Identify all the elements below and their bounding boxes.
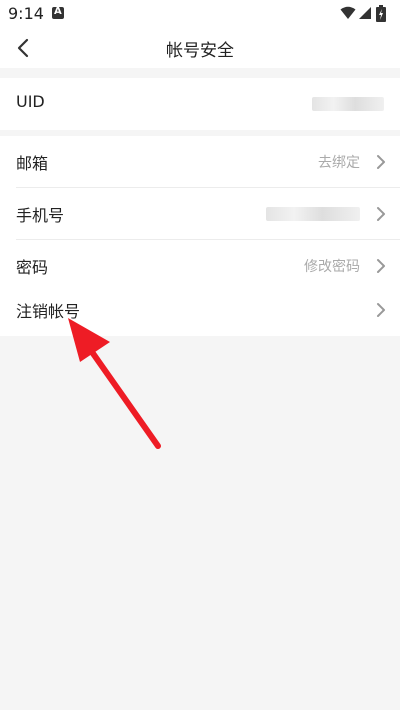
phone-label: 手机号 [16,206,65,225]
password-label: 密码 [16,258,49,277]
signal-icon [359,7,371,19]
phone-row[interactable]: 手机号 [0,188,400,240]
uid-group: UID [0,78,400,130]
email-label: 邮箱 [16,154,49,173]
delete-account-label: 注销帐号 [16,302,81,321]
email-row[interactable]: 邮箱 去绑定 [0,136,400,188]
a-icon: A [52,6,64,19]
email-value: 去绑定 [318,155,360,171]
delete-account-row[interactable]: 注销帐号 [0,284,400,336]
page-title: 帐号安全 [166,41,234,61]
account-group: 注销帐号 [0,284,400,336]
chevron-right-icon [377,207,385,221]
battery-icon [376,5,386,22]
contact-group: 邮箱 去绑定 手机号 密码 修改密码 [0,136,400,292]
password-value: 修改密码 [304,259,360,275]
phone-value-redacted [266,207,360,221]
uid-value-redacted [312,97,384,111]
uid-label: UID [16,92,45,111]
status-time: 9:14 [8,4,44,23]
status-bar: 9:14 A [0,0,400,28]
chevron-right-icon [377,155,385,169]
uid-row: UID [0,78,400,130]
wifi-icon [340,6,356,19]
status-icons [340,4,390,24]
chevron-right-icon [377,259,385,273]
chevron-right-icon [377,303,385,317]
nav-bar: 帐号安全 [0,28,400,68]
